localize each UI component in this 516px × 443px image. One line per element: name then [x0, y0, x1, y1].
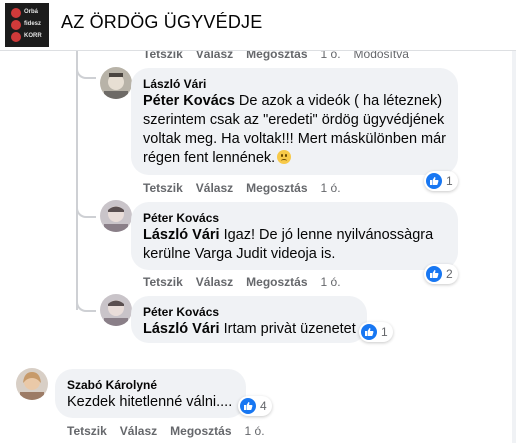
comment-author[interactable]: Szabó Károlyné — [67, 377, 234, 393]
mention-link[interactable]: Péter Kovács — [143, 93, 235, 109]
avatar[interactable] — [100, 200, 132, 232]
avatar[interactable] — [100, 67, 132, 99]
thumb-text: fidesz — [24, 21, 42, 27]
red-dot-icon — [11, 8, 21, 18]
reply-link[interactable]: Válasz — [196, 275, 233, 289]
comment-bubble: Szabó Károlyné Kezdek hitetlenné válni..… — [55, 369, 246, 418]
thumb-text: Orbá — [24, 9, 39, 15]
share-link[interactable]: Megosztás — [170, 424, 231, 438]
like-link[interactable]: Tetszik — [67, 424, 107, 438]
comment-actions: Tetszik Válasz Megosztás 1 ó. — [143, 181, 354, 195]
reply-link[interactable]: Válasz — [120, 424, 157, 438]
disappointed-emoji-icon — [277, 150, 292, 164]
share-link[interactable]: Megosztás — [246, 275, 307, 289]
thread-connector — [76, 63, 96, 79]
reaction-badge[interactable]: 2 — [424, 264, 458, 284]
mention-link[interactable]: László Vári — [143, 227, 220, 243]
thread-connector — [76, 296, 96, 312]
comment-bubble: Péter Kovács László Vári Igaz! De jó len… — [131, 202, 458, 270]
comment-text: László Vári Irtam privàt üzenetet — [143, 320, 356, 339]
share-link[interactable]: Megosztás — [246, 181, 307, 195]
scrollbar[interactable] — [512, 50, 516, 443]
comment-actions: Tetszik Válasz Megosztás 1 ó. — [143, 275, 354, 289]
comment-author[interactable]: Péter Kovács — [143, 210, 446, 226]
like-icon — [361, 324, 377, 340]
red-dot-icon — [11, 20, 21, 30]
like-link[interactable]: Tetszik — [143, 275, 183, 289]
timestamp[interactable]: 1 ó. — [321, 181, 341, 195]
comment-text: Péter Kovács De azok a videók ( ha létez… — [143, 92, 446, 168]
comment-author[interactable]: Péter Kovács — [143, 304, 355, 320]
mention-link[interactable]: László Vári — [143, 321, 220, 337]
thread-connector — [76, 202, 96, 218]
thread-line — [76, 50, 78, 310]
comment-bubble: László Vári Péter Kovács De azok a videó… — [131, 68, 458, 175]
comment-actions: Tetszik Válasz Megosztás 1 ó. — [67, 424, 278, 438]
reaction-count: 1 — [446, 174, 453, 188]
reaction-count: 4 — [260, 399, 267, 413]
reaction-badge[interactable]: 4 — [238, 396, 272, 416]
comment-text: Kezdek hitetlenné válni.... — [67, 394, 233, 410]
timestamp[interactable]: 1 ó. — [245, 424, 265, 438]
like-link[interactable]: Tetszik — [143, 181, 183, 195]
like-icon — [426, 266, 442, 282]
reaction-badge[interactable]: 1 — [424, 171, 458, 191]
avatar[interactable] — [16, 368, 48, 400]
comment-text: László Vári Igaz! De jó lenne nyilvánoss… — [143, 226, 446, 264]
comment-bubble: Péter Kovács László Vári Irtam privàt üz… — [131, 296, 367, 343]
red-dot-icon — [11, 32, 21, 42]
like-icon — [426, 173, 442, 189]
reply-link[interactable]: Válasz — [196, 181, 233, 195]
comment-body: Irtam privàt üzenetet — [219, 321, 356, 337]
comment-author[interactable]: László Vári — [143, 76, 446, 92]
page-thumbnail[interactable]: Orbá fidesz KORR — [5, 3, 49, 47]
reaction-count: 2 — [446, 267, 453, 281]
page-title[interactable]: AZ ÖRDÖG ÜGYVÉDJE — [61, 12, 262, 33]
avatar[interactable] — [100, 294, 132, 326]
thumb-text: KORR — [24, 33, 42, 39]
reaction-count: 1 — [381, 325, 388, 339]
reaction-badge[interactable]: 1 — [359, 322, 393, 342]
page-header: Orbá fidesz KORR AZ ÖRDÖG ÜGYVÉDJE — [0, 0, 516, 51]
like-icon — [240, 398, 256, 414]
timestamp[interactable]: 1 ó. — [321, 275, 341, 289]
